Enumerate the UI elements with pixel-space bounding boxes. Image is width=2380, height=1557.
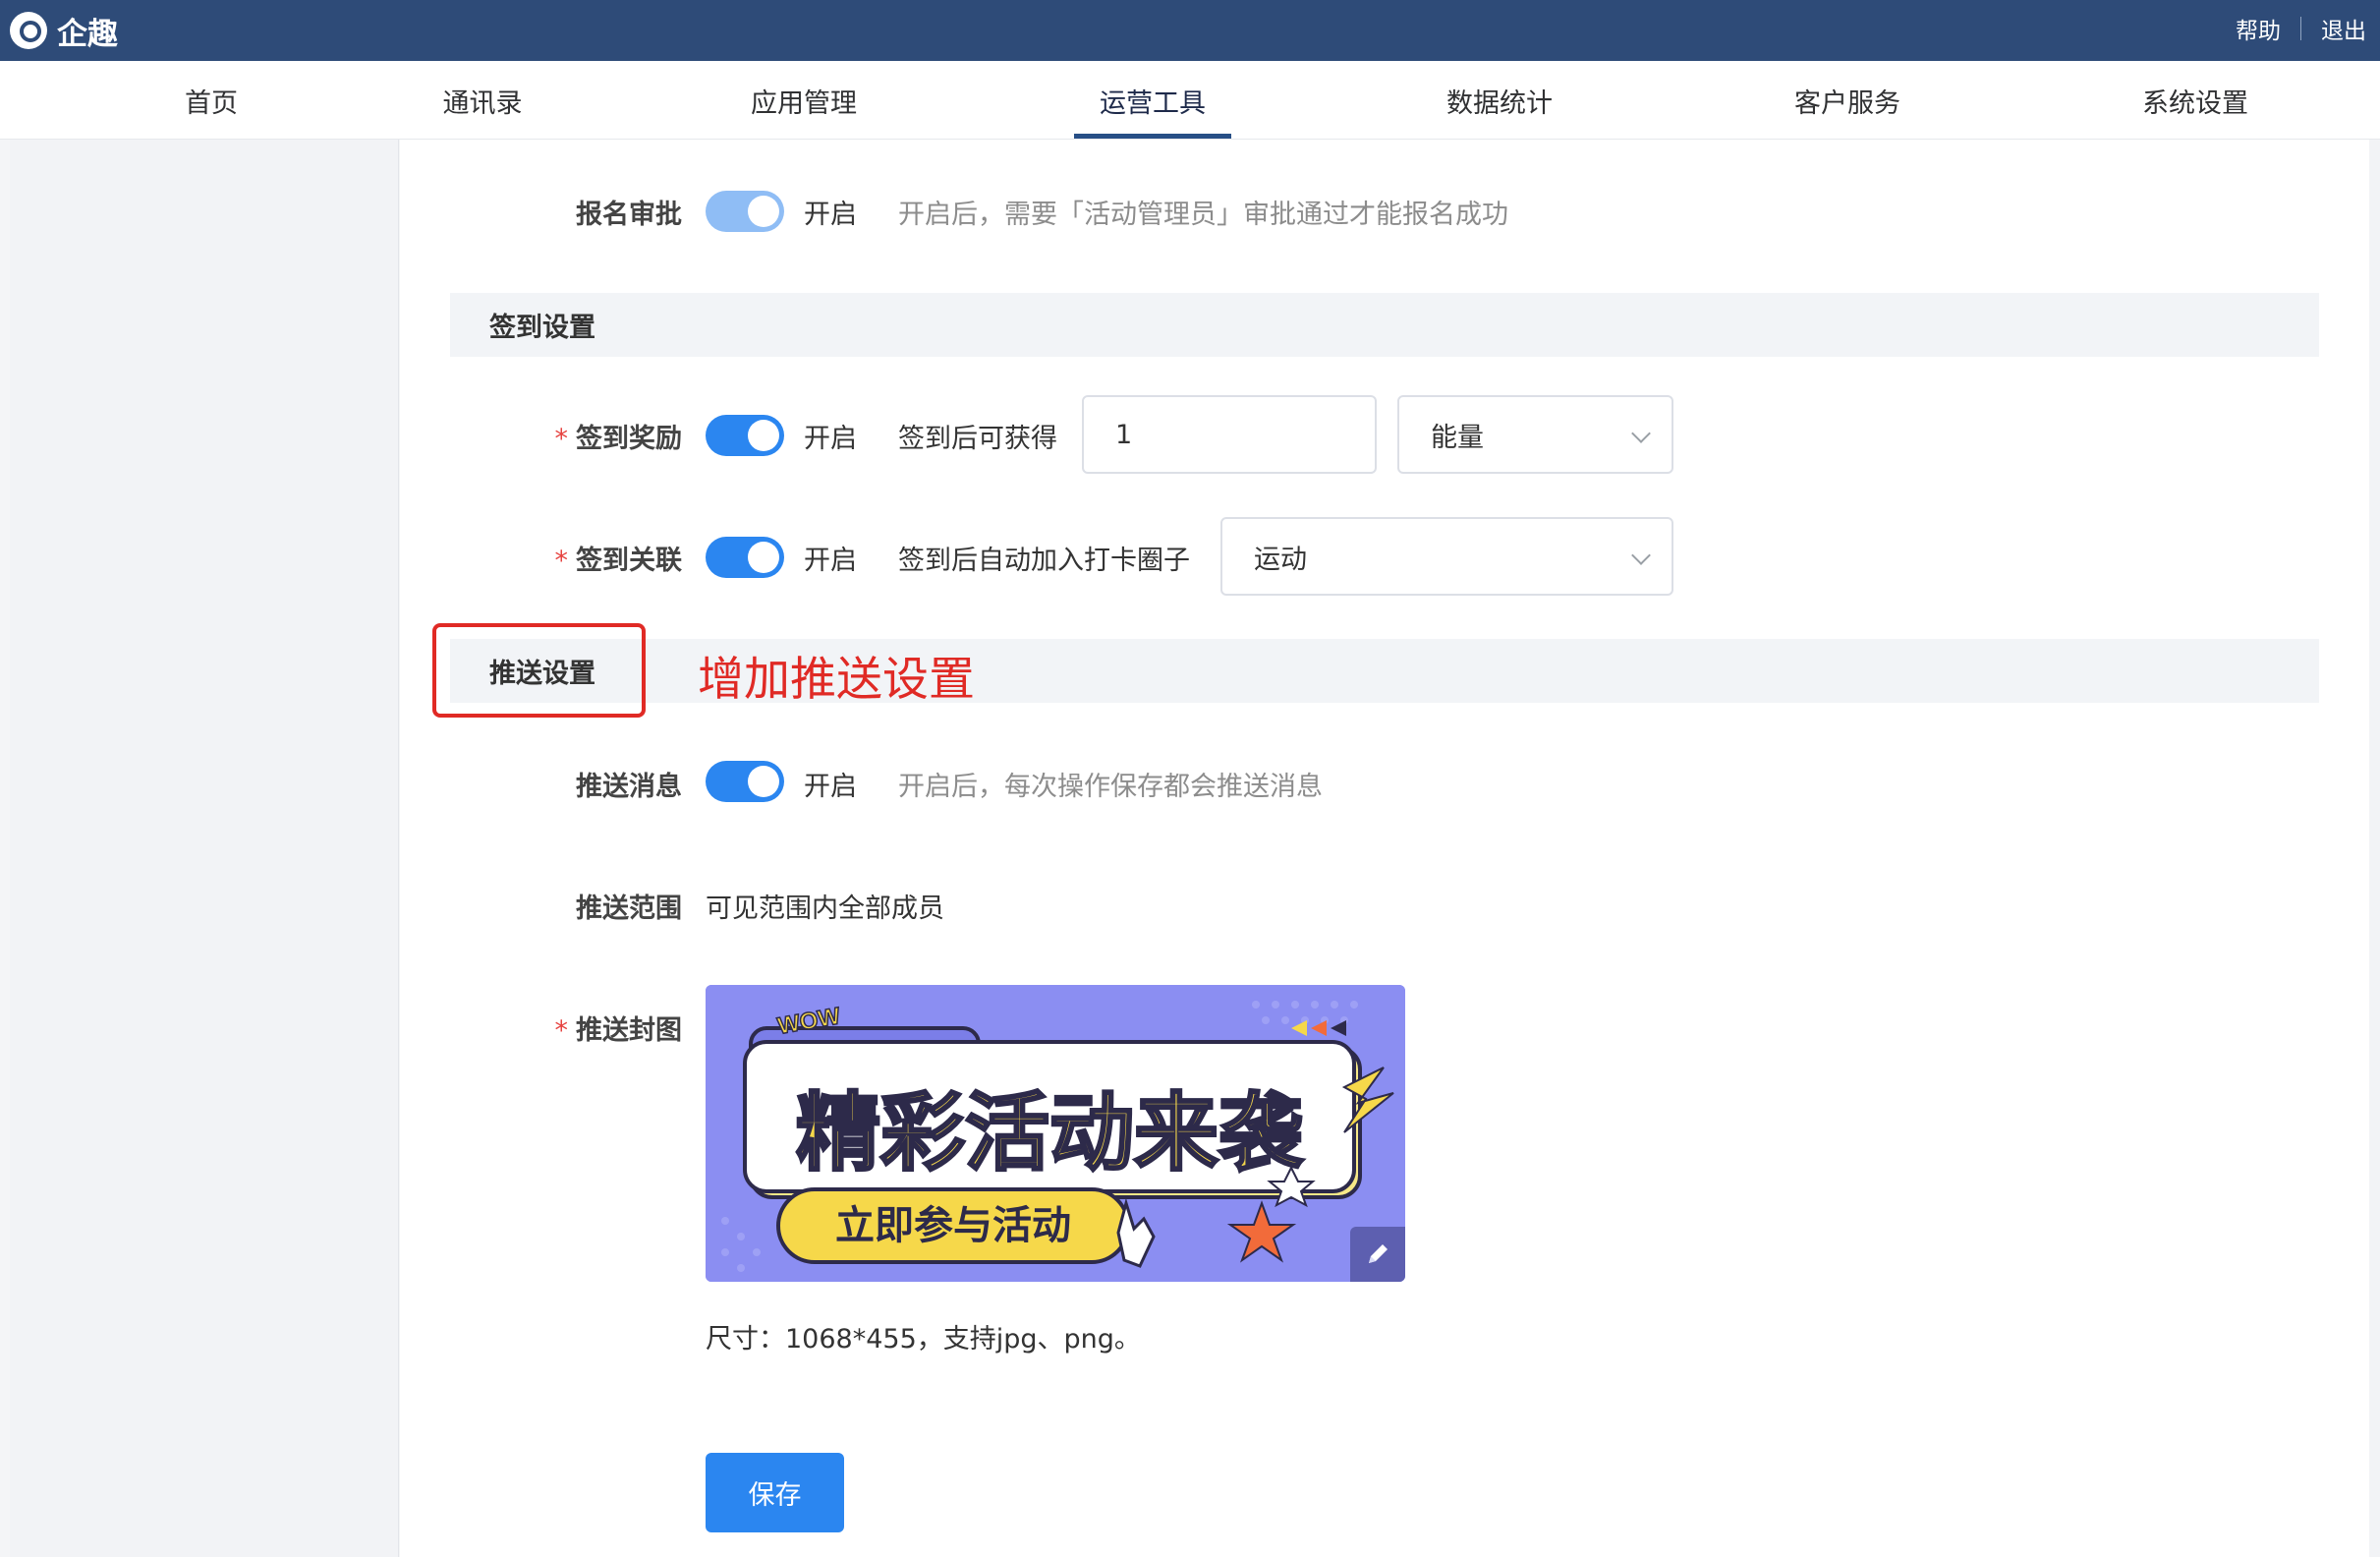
checkin-link-toggle-text: 开启 <box>804 546 857 576</box>
checkin-reward-label-text: 签到奖励 <box>576 424 682 454</box>
checkin-section-header: 签到设置 <box>450 293 2319 357</box>
banner-button-text: 立即参与活动 <box>835 1203 1071 1248</box>
checkin-reward-label: * 签到奖励 <box>387 417 683 455</box>
checkin-circle-select[interactable]: 运动 <box>1220 517 1673 596</box>
main-nav: 首页 通讯录 应用管理 运营工具 数据统计 客户服务 系统设置 <box>0 61 2380 140</box>
nav-item-customer-service[interactable]: 客户服务 <box>1759 61 1936 140</box>
checkin-reward-unit-select[interactable]: 能量 <box>1397 395 1673 474</box>
checkin-reward-prefix: 签到后可获得 <box>898 424 1057 454</box>
checkin-section-title: 签到设置 <box>489 313 595 343</box>
nav-active-indicator <box>1074 134 1231 139</box>
push-message-toggle-text: 开启 <box>804 772 857 802</box>
push-cover-label-text: 推送封图 <box>576 1015 682 1046</box>
checkin-link-label: * 签到关联 <box>387 539 683 577</box>
nav-item-contacts[interactable]: 通讯录 <box>399 61 566 140</box>
cover-banner-graphic: WOW 精彩活动来袭 立即参与活动 <box>706 985 1405 1282</box>
edit-cover-button[interactable] <box>1350 1227 1405 1282</box>
app-name: 企趣 <box>57 16 118 52</box>
checkin-reward-amount-input[interactable]: 1 <box>1082 395 1377 474</box>
checkin-link-label-text: 签到关联 <box>576 546 682 576</box>
banner-title-text: 精彩活动来袭 <box>796 1084 1304 1182</box>
checkin-reward-amount-value: 1 <box>1115 419 1133 450</box>
pencil-icon <box>1369 1244 1388 1263</box>
push-message-hint: 开启后，每次操作保存都会推送消息 <box>898 772 1323 802</box>
push-scope-value: 可见范围内全部成员 <box>706 894 944 924</box>
chevron-down-icon <box>1631 546 1651 565</box>
logout-link[interactable]: 退出 <box>2321 12 2366 45</box>
header-links: 帮助 退出 <box>2236 12 2366 45</box>
signup-approval-hint: 开启后，需要「活动管理员」审批通过才能报名成功 <box>898 200 1508 230</box>
push-cover-image[interactable]: WOW 精彩活动来袭 立即参与活动 <box>706 985 1405 1282</box>
help-link[interactable]: 帮助 <box>2236 12 2281 45</box>
push-message-label: 推送消息 <box>576 772 682 802</box>
nav-item-operation-tools[interactable]: 运营工具 <box>1064 61 1241 140</box>
signup-approval-toggle-text: 开启 <box>804 200 857 230</box>
right-gutter <box>2369 140 2380 1557</box>
required-mark: * <box>554 1015 569 1046</box>
required-mark: * <box>554 546 569 576</box>
annotation-text: 增加推送设置 <box>698 653 975 707</box>
required-mark: * <box>554 424 569 454</box>
chevron-down-icon <box>1631 424 1651 443</box>
annotation-highlight-box <box>432 623 646 718</box>
signup-approval-toggle[interactable] <box>706 191 784 232</box>
top-header: 企趣 帮助 退出 <box>0 0 2380 61</box>
checkin-link-prefix: 签到后自动加入打卡圈子 <box>898 546 1190 576</box>
checkin-reward-unit-value: 能量 <box>1431 422 1484 453</box>
signup-approval-label: 报名审批 <box>576 200 682 230</box>
checkin-circle-value: 运动 <box>1254 544 1307 575</box>
checkin-reward-toggle[interactable] <box>706 415 784 456</box>
save-button[interactable]: 保存 <box>706 1453 844 1532</box>
sidebar <box>0 140 400 1557</box>
nav-item-statistics[interactable]: 数据统计 <box>1411 61 1588 140</box>
push-message-toggle[interactable] <box>706 761 784 802</box>
checkin-reward-toggle-text: 开启 <box>804 424 857 454</box>
push-scope-label: 推送范围 <box>576 894 682 924</box>
header-divider <box>2300 17 2301 40</box>
nav-item-home[interactable]: 首页 <box>128 61 295 140</box>
sidebar-body <box>10 140 399 1557</box>
logo-icon <box>10 12 47 49</box>
app-logo[interactable]: 企趣 <box>10 10 118 52</box>
push-cover-label: * 推送封图 <box>387 1009 683 1047</box>
checkin-link-toggle[interactable] <box>706 537 784 578</box>
cover-size-hint: 尺寸：1068*455，支持jpg、png。 <box>706 1324 1141 1355</box>
nav-item-app-management[interactable]: 应用管理 <box>715 61 892 140</box>
nav-item-system-settings[interactable]: 系统设置 <box>2107 61 2284 140</box>
